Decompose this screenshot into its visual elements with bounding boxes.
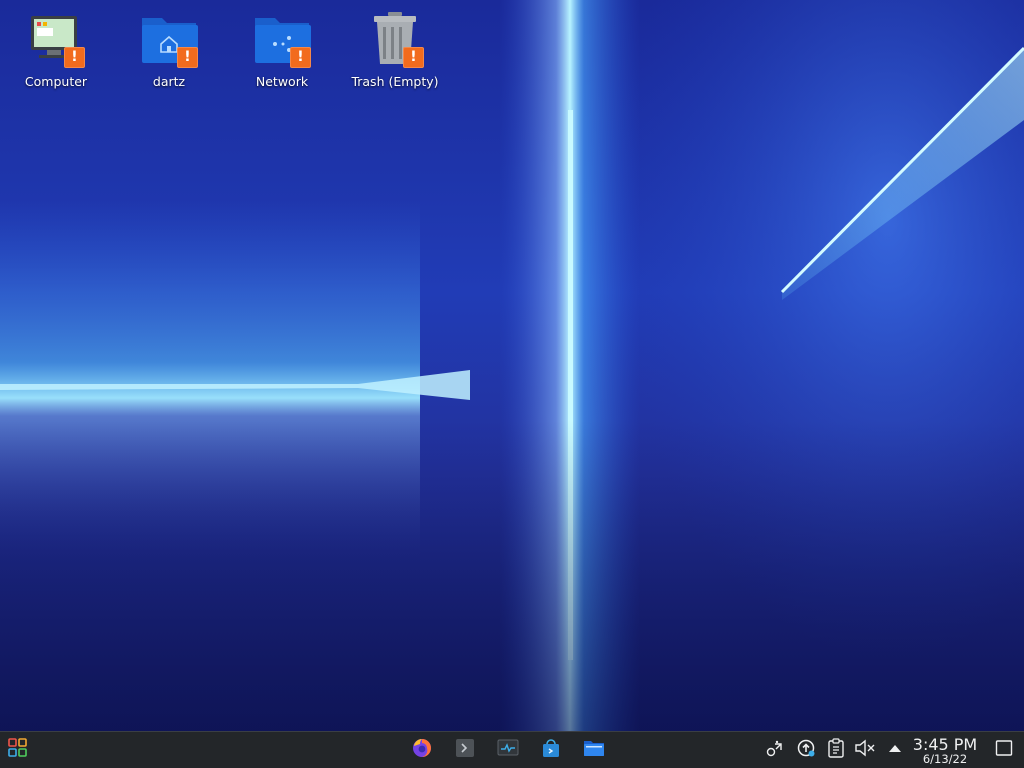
desktop-icon-network[interactable]: ! Network bbox=[234, 10, 330, 98]
tray-clipboard[interactable] bbox=[825, 738, 847, 762]
clock-time: 3:45 PM bbox=[912, 735, 978, 754]
desktop-icon-label: Computer bbox=[24, 74, 88, 89]
desktop-icon-label: Trash (Empty) bbox=[351, 74, 439, 89]
trash-icon: ! bbox=[366, 10, 424, 68]
tray-updates[interactable] bbox=[795, 739, 817, 761]
digital-clock[interactable]: 3:45 PM 6/13/22 bbox=[908, 735, 982, 766]
app-launcher-icon bbox=[8, 738, 28, 762]
desktop-icon-trash[interactable]: ! Trash (Empty) bbox=[347, 10, 443, 98]
tray-volume[interactable] bbox=[854, 739, 876, 761]
tray-expand[interactable] bbox=[884, 739, 906, 761]
file-manager-icon bbox=[583, 738, 605, 762]
desktop-background: ! Computer ! dartz ! Network ! Trash (Em… bbox=[0, 0, 1024, 731]
app-launcher-button[interactable] bbox=[4, 736, 32, 764]
task-terminal[interactable] bbox=[451, 736, 479, 764]
system-monitor-icon bbox=[497, 738, 519, 762]
desktop-icon-label: Network bbox=[255, 74, 309, 89]
warning-badge: ! bbox=[64, 47, 85, 68]
desktop-icon-label: dartz bbox=[152, 74, 186, 89]
terminal-icon bbox=[455, 738, 475, 762]
task-discover[interactable] bbox=[537, 736, 565, 764]
task-system-monitor[interactable] bbox=[494, 736, 522, 764]
show-desktop-icon bbox=[995, 739, 1013, 761]
firefox-icon bbox=[411, 737, 433, 763]
warning-badge: ! bbox=[290, 47, 311, 68]
clipboard-icon bbox=[827, 738, 845, 762]
warning-badge: ! bbox=[403, 47, 424, 68]
discover-store-icon bbox=[541, 738, 561, 762]
taskbar: 3:45 PM 6/13/22 bbox=[0, 731, 1024, 768]
wallpaper-art bbox=[0, 0, 1024, 731]
home-folder-icon: ! bbox=[140, 10, 198, 68]
network-icon bbox=[765, 738, 785, 762]
computer-icon: ! bbox=[27, 10, 85, 68]
desktop-icon-home[interactable]: ! dartz bbox=[121, 10, 217, 98]
updates-icon bbox=[796, 738, 816, 762]
network-folder-icon: ! bbox=[253, 10, 311, 68]
clock-date: 6/13/22 bbox=[922, 752, 968, 766]
task-file-manager[interactable] bbox=[580, 736, 608, 764]
task-firefox[interactable] bbox=[408, 736, 436, 764]
expand-tray-icon bbox=[887, 740, 903, 760]
desktop-icon-computer[interactable]: ! Computer bbox=[8, 10, 104, 98]
warning-badge: ! bbox=[177, 47, 198, 68]
show-desktop-button[interactable] bbox=[990, 736, 1018, 764]
tray-network[interactable] bbox=[764, 739, 786, 761]
volume-muted-icon bbox=[854, 738, 876, 762]
